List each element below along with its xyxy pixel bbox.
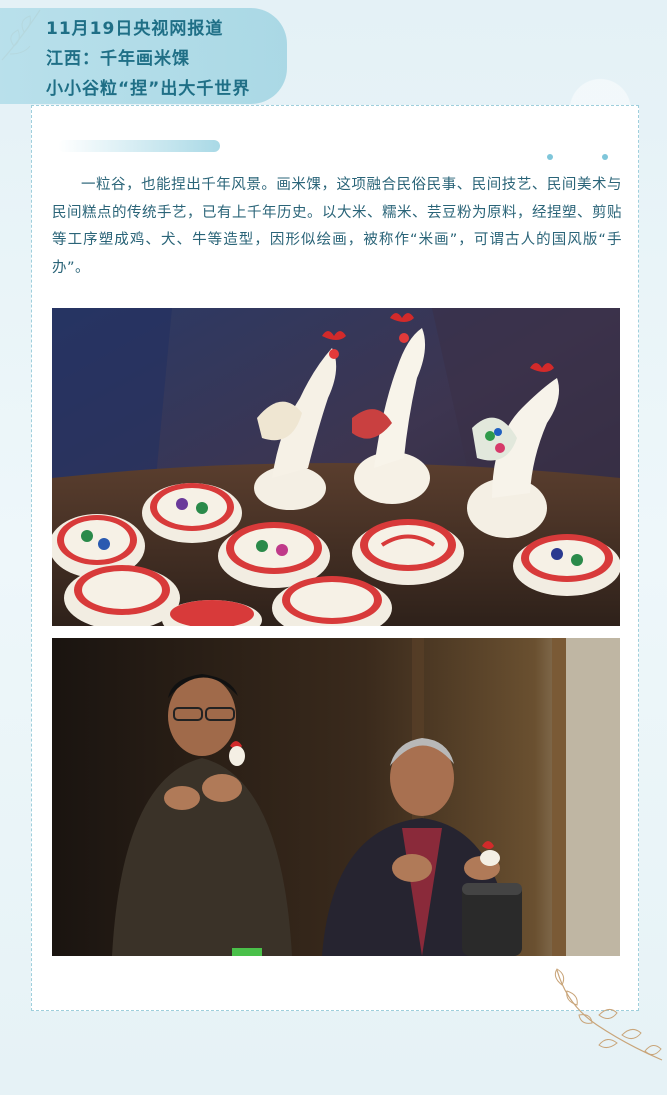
decorative-dot — [602, 154, 608, 160]
header-subtitle: 小小谷粒“捏”出大千世界 — [46, 79, 251, 99]
header-date-source: 11月19日央视网报道 — [46, 19, 224, 39]
header-title: 江西：千年画米馃 — [46, 49, 190, 69]
rice-sculpture-photo — [52, 308, 620, 626]
decorative-dot — [547, 154, 553, 160]
leaf-sprig-icon — [554, 968, 663, 1061]
artisans-photo — [52, 638, 620, 956]
accent-bar — [58, 140, 220, 152]
article-paragraph: 一粒谷，也能捏出千年风景。画米馃，这项融合民俗民事、民间技艺、民间美术与民间糕点… — [52, 177, 622, 276]
